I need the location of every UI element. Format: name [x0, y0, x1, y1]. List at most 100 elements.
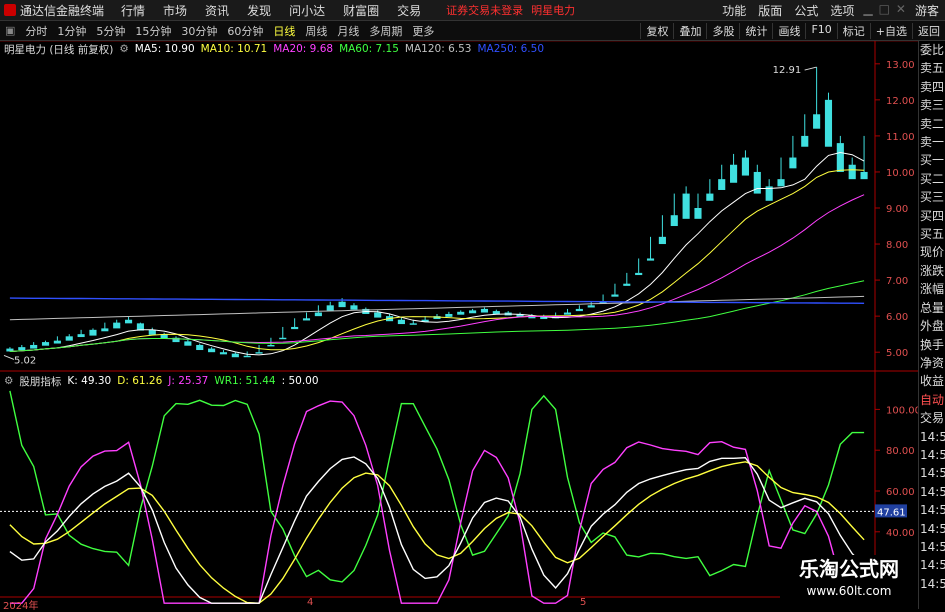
side-buy5[interactable]: 买五	[919, 225, 945, 243]
tool-diejia[interactable]: 叠加	[673, 22, 706, 39]
app-logo-icon	[4, 4, 16, 16]
candle-body	[611, 294, 619, 297]
side-buy1[interactable]: 买一	[919, 151, 945, 169]
candle-body	[65, 336, 73, 341]
side-net-assets[interactable]: 净资	[919, 354, 945, 372]
candle-body	[694, 208, 702, 219]
candle-body	[18, 347, 26, 351]
menu-hangqing[interactable]: 行情	[112, 2, 154, 19]
tool-fuquan[interactable]: 复权	[640, 22, 673, 39]
trade-login-notice[interactable]: 证券交易未登录	[446, 2, 523, 18]
menu-shichang[interactable]: 市场	[154, 2, 196, 19]
candle-body	[670, 215, 678, 227]
side-sell1[interactable]: 卖一	[919, 133, 945, 151]
period-more[interactable]: 更多	[407, 23, 439, 39]
period-15min[interactable]: 15分钟	[130, 23, 176, 39]
kdj-wr1-line	[9, 390, 865, 583]
period-toolbar: ▣ 分时 1分钟 5分钟 15分钟 30分钟 60分钟 日线 周线 月线 多周期…	[0, 21, 945, 41]
period-menu-icon[interactable]: ▣	[0, 24, 20, 37]
candle-body	[409, 323, 417, 325]
menu-gongneng[interactable]: 功能	[716, 2, 752, 19]
side-price[interactable]: 现价	[919, 243, 945, 261]
candle-body	[302, 318, 311, 321]
side-sell5[interactable]: 卖五	[919, 59, 945, 77]
candle-body	[563, 312, 572, 315]
candle-body	[30, 344, 38, 349]
period-daily[interactable]: 日线	[268, 23, 300, 39]
kdj-axis-label: 100.00	[886, 405, 918, 416]
chart-tools: 复权 叠加 多股 统计 画线 F10 标记 +自选 返回	[640, 22, 945, 39]
chart-canvas[interactable]: 13.00 12.00 11.00 10.00 9.00 8.00 7.00 6.00 5.00…	[0, 41, 918, 609]
side-turnover[interactable]: 换手	[919, 336, 945, 354]
side-volume[interactable]: 总量	[919, 299, 945, 317]
guest-button[interactable]: 游客	[909, 2, 945, 19]
tool-f10[interactable]: F10	[805, 22, 836, 39]
menu-banmian[interactable]: 版面	[752, 2, 788, 19]
tool-tongji[interactable]: 统计	[739, 22, 772, 39]
tool-zixuan[interactable]: +自选	[869, 22, 912, 39]
close-icon[interactable]: ✕	[893, 2, 909, 19]
candle-body	[445, 313, 453, 317]
price-axis-label: 8.00	[886, 240, 908, 251]
menu-jiaoyi[interactable]: 交易	[388, 2, 430, 19]
period-fenshi[interactable]: 分时	[20, 23, 52, 39]
side-change-pct[interactable]: 涨幅	[919, 280, 945, 298]
tool-biaoji[interactable]: 标记	[836, 22, 870, 39]
tool-duogu[interactable]: 多股	[706, 22, 739, 39]
side-change[interactable]: 涨跌	[919, 262, 945, 280]
menu-faxian[interactable]: 发现	[238, 2, 280, 19]
side-auto[interactable]: 自动	[919, 391, 945, 409]
candle-body	[469, 310, 477, 314]
period-multi[interactable]: 多周期	[364, 23, 407, 39]
system-toolbar: 通达信金融终端 行情 市场 资讯 发现 问小达 财富圈 交易 证券交易未登录 明…	[0, 0, 945, 21]
candle-body	[77, 334, 85, 338]
ma250-line	[9, 297, 865, 304]
side-time: 14:56	[920, 447, 945, 462]
side-sell3[interactable]: 卖三	[919, 96, 945, 114]
watermark: 乐淘公式网 www.60lt.com	[780, 555, 918, 605]
candle-body	[196, 344, 204, 351]
candle-body	[326, 305, 334, 311]
side-sell4[interactable]: 卖四	[919, 78, 945, 96]
menu-wenxiaoda[interactable]: 问小达	[280, 2, 334, 19]
candle-body	[813, 114, 821, 129]
top-right-menu: 功能 版面 公式 选项 ▁ □ ✕ 游客	[716, 2, 945, 19]
date-label-5: 5	[580, 597, 587, 608]
period-5min[interactable]: 5分钟	[91, 23, 130, 39]
menu-xuanxiang[interactable]: 选项	[824, 2, 860, 19]
candle-body	[208, 348, 216, 353]
maximize-icon[interactable]: □	[876, 2, 893, 19]
candle-body	[718, 179, 726, 190]
side-outer[interactable]: 外盘	[919, 317, 945, 335]
price-axis-label: 10.00	[886, 168, 915, 179]
period-monthly[interactable]: 月线	[332, 23, 364, 39]
menu-caifuquan[interactable]: 财富圈	[334, 2, 388, 19]
side-trade[interactable]: 交易	[919, 409, 945, 427]
candle-body	[789, 157, 797, 169]
minimize-icon[interactable]: ▁	[860, 2, 875, 19]
tool-huaxian[interactable]: 画线	[772, 22, 805, 39]
side-buy3[interactable]: 买三	[919, 188, 945, 206]
period-30min[interactable]: 30分钟	[176, 23, 222, 39]
side-time: 14:56	[920, 429, 945, 444]
candle-body	[231, 353, 239, 358]
candle-body	[314, 312, 322, 317]
side-sell2[interactable]: 卖二	[919, 115, 945, 133]
kdj-axis-label: 60.00	[886, 487, 915, 498]
side-weibi[interactable]: 委比	[919, 41, 945, 59]
period-1min[interactable]: 1分钟	[52, 23, 91, 39]
menu-zixun[interactable]: 资讯	[196, 2, 238, 19]
period-weekly[interactable]: 周线	[300, 23, 332, 39]
candle-body	[777, 179, 785, 187]
side-buy2[interactable]: 买二	[919, 170, 945, 188]
kdj-j-line	[9, 400, 865, 604]
candle-body	[658, 236, 666, 245]
candle-body	[824, 99, 833, 147]
candle-body	[646, 258, 655, 261]
side-earnings[interactable]: 收益	[919, 372, 945, 390]
side-buy4[interactable]: 买四	[919, 207, 945, 225]
tool-fanhui[interactable]: 返回	[912, 22, 945, 39]
candle-body	[267, 344, 275, 347]
period-60min[interactable]: 60分钟	[222, 23, 268, 39]
menu-gongshi[interactable]: 公式	[788, 2, 824, 19]
